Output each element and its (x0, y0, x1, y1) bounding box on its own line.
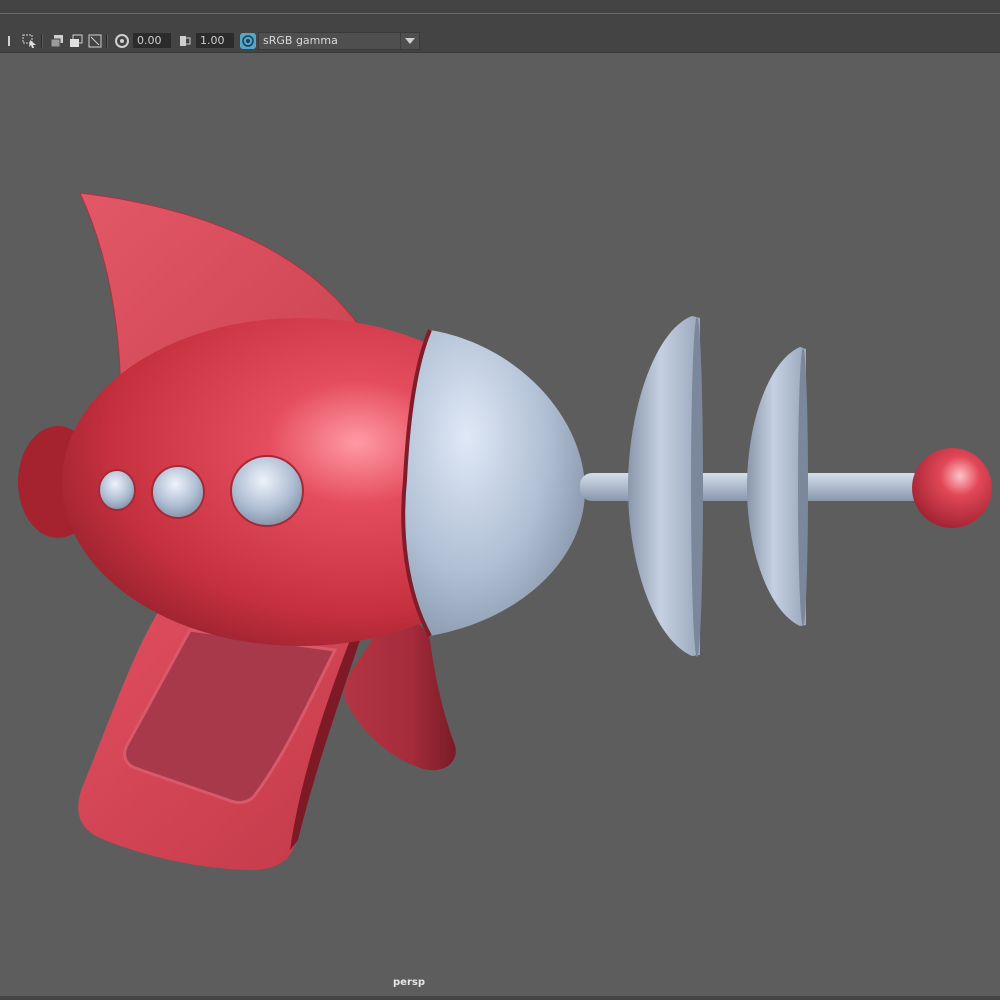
viewport-toolbar: 0.00 1.00 sRGB gamma (0, 29, 1000, 53)
exposure-field[interactable]: 0.00 (133, 33, 171, 48)
camera-label: persp (393, 977, 425, 988)
exposure-icon[interactable] (114, 33, 130, 49)
color-space-select[interactable]: sRGB gamma (258, 31, 420, 50)
tip-ball (912, 448, 992, 528)
select-camera-icon[interactable] (22, 33, 38, 49)
porthole-large (230, 455, 304, 527)
isolate-icon[interactable] (49, 33, 65, 49)
toolbar-separator (41, 33, 43, 48)
gamma-icon[interactable] (177, 33, 193, 49)
emitter-disk-1 (628, 316, 700, 656)
emitter-disk-1-rim (691, 317, 703, 657)
gamma-field[interactable]: 1.00 (196, 33, 234, 48)
porthole-small (98, 469, 136, 511)
snapshot-icon[interactable] (3, 33, 19, 49)
color-space-label: sRGB gamma (263, 34, 338, 47)
viewport-bottom-border (0, 996, 1000, 1000)
resolution-gate-icon[interactable] (87, 33, 103, 49)
porthole-medium (151, 465, 205, 519)
panel-header-gap (0, 14, 1000, 29)
color-management-icon[interactable] (240, 32, 256, 49)
menu-strip (0, 0, 1000, 14)
emitter-disk-2 (747, 347, 806, 626)
xray-icon[interactable] (68, 33, 84, 49)
trigger-leg (344, 618, 456, 771)
nose-cone (403, 330, 585, 636)
dropdown-arrow-icon[interactable] (400, 32, 419, 49)
viewport-3d[interactable] (0, 52, 1000, 996)
toolbar-separator (106, 33, 108, 48)
emitter-disk-2-rim (798, 348, 808, 626)
